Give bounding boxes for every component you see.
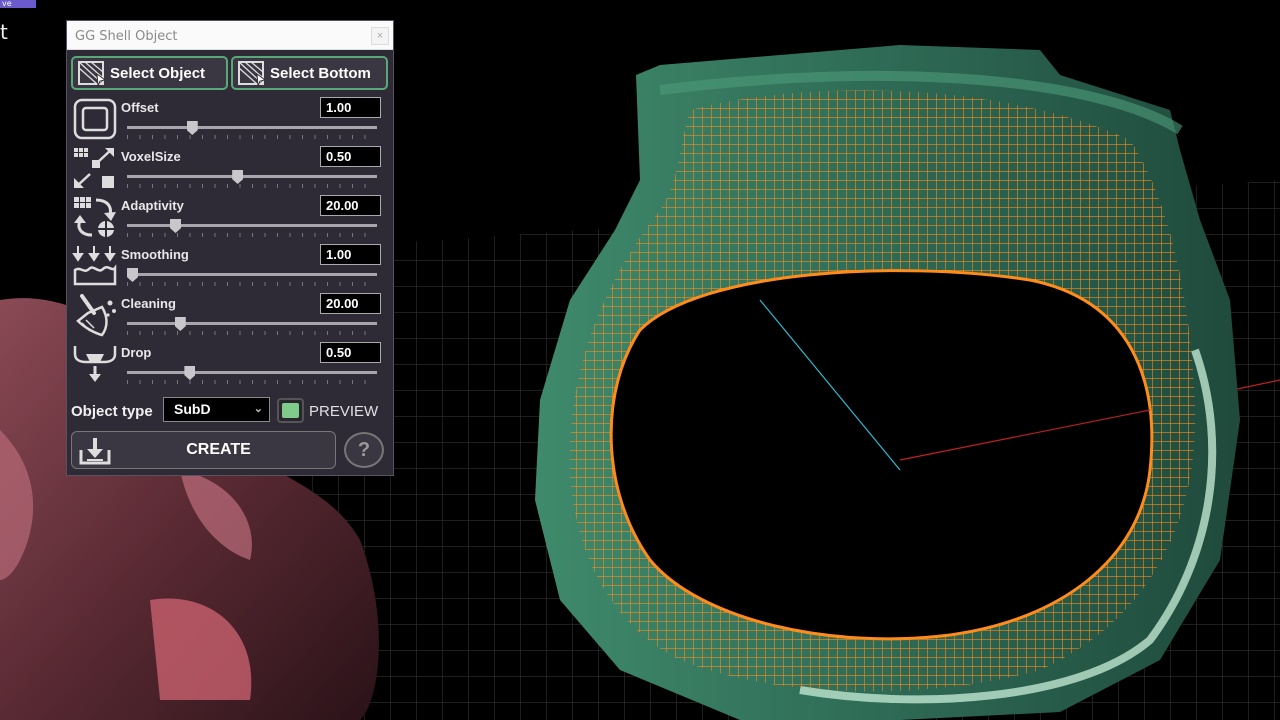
help-button[interactable]: ? (344, 432, 384, 468)
drop-slider-thumb[interactable] (184, 366, 196, 380)
select-object-button[interactable]: Select Object (71, 56, 228, 90)
smoothing-input[interactable]: 1.00 (320, 244, 381, 265)
cleaning-brush-icon (76, 294, 116, 337)
create-button[interactable]: CREATE (71, 431, 336, 469)
cleaning-slider-thumb[interactable] (174, 317, 186, 331)
chevron-down-icon: ⌄ (253, 403, 263, 415)
drop-input[interactable]: 0.50 (320, 342, 381, 363)
param-row-drop: Drop 0.50 (67, 342, 395, 391)
panel-titlebar[interactable]: GG Shell Object × (67, 21, 393, 50)
close-button[interactable]: × (371, 27, 389, 45)
select-object-icon (78, 61, 107, 86)
preview-checked-indicator (282, 403, 299, 418)
create-label: CREATE (186, 441, 251, 458)
adaptivity-input[interactable]: 20.00 (320, 195, 381, 216)
offset-icon (73, 98, 117, 140)
preview-label: PREVIEW (309, 403, 379, 420)
voxelsize-label: VoxelSize (121, 149, 181, 164)
voxel-size-icon (74, 148, 114, 188)
smoothing-slider-thumb[interactable] (127, 268, 138, 282)
select-bottom-label: Select Bottom (270, 64, 371, 82)
shell-object-panel: GG Shell Object × Select Object Select B… (66, 20, 394, 476)
adaptivity-label: Adaptivity (121, 198, 184, 213)
param-row-adaptivity: Adaptivity 20.00 (67, 195, 395, 244)
drop-icon (73, 346, 117, 382)
object-type-select[interactable]: SubD ⌄ (163, 397, 270, 422)
select-object-label: Select Object (110, 64, 206, 82)
select-bottom-icon (238, 61, 267, 86)
param-row-smoothing: Smoothing 1.00 (67, 244, 395, 293)
offset-slider[interactable] (127, 121, 377, 141)
adaptivity-icon (74, 197, 116, 237)
side-text: t (0, 20, 8, 44)
drop-label: Drop (121, 345, 152, 360)
offset-input[interactable]: 1.00 (320, 97, 381, 118)
object-type-value: SubD (174, 401, 211, 417)
param-row-offset: Offset 1.00 (67, 97, 395, 146)
param-row-cleaning: Cleaning 20.00 (67, 293, 395, 342)
voxelsize-slider-thumb[interactable] (232, 170, 244, 184)
preview-checkbox[interactable] (277, 398, 304, 423)
adaptivity-slider-thumb[interactable] (170, 219, 182, 233)
panel-title: GG Shell Object (75, 29, 178, 44)
voxelsize-input[interactable]: 0.50 (320, 146, 381, 167)
offset-label: Offset (121, 100, 159, 115)
smoothing-icon (72, 246, 117, 286)
cleaning-slider[interactable] (127, 317, 377, 337)
mode-badge[interactable]: ve (0, 0, 36, 8)
offset-slider-thumb[interactable] (186, 121, 198, 135)
object-type-label: Object type (71, 403, 153, 420)
voxelsize-slider[interactable] (127, 170, 377, 190)
drop-slider[interactable] (127, 366, 377, 386)
cleaning-label: Cleaning (121, 296, 176, 311)
adaptivity-slider[interactable] (127, 219, 377, 239)
smoothing-label: Smoothing (121, 247, 189, 262)
select-bottom-button[interactable]: Select Bottom (231, 56, 388, 90)
smoothing-slider[interactable] (127, 268, 377, 288)
cleaning-input[interactable]: 20.00 (320, 293, 381, 314)
param-row-voxelsize: VoxelSize 0.50 (67, 146, 395, 195)
